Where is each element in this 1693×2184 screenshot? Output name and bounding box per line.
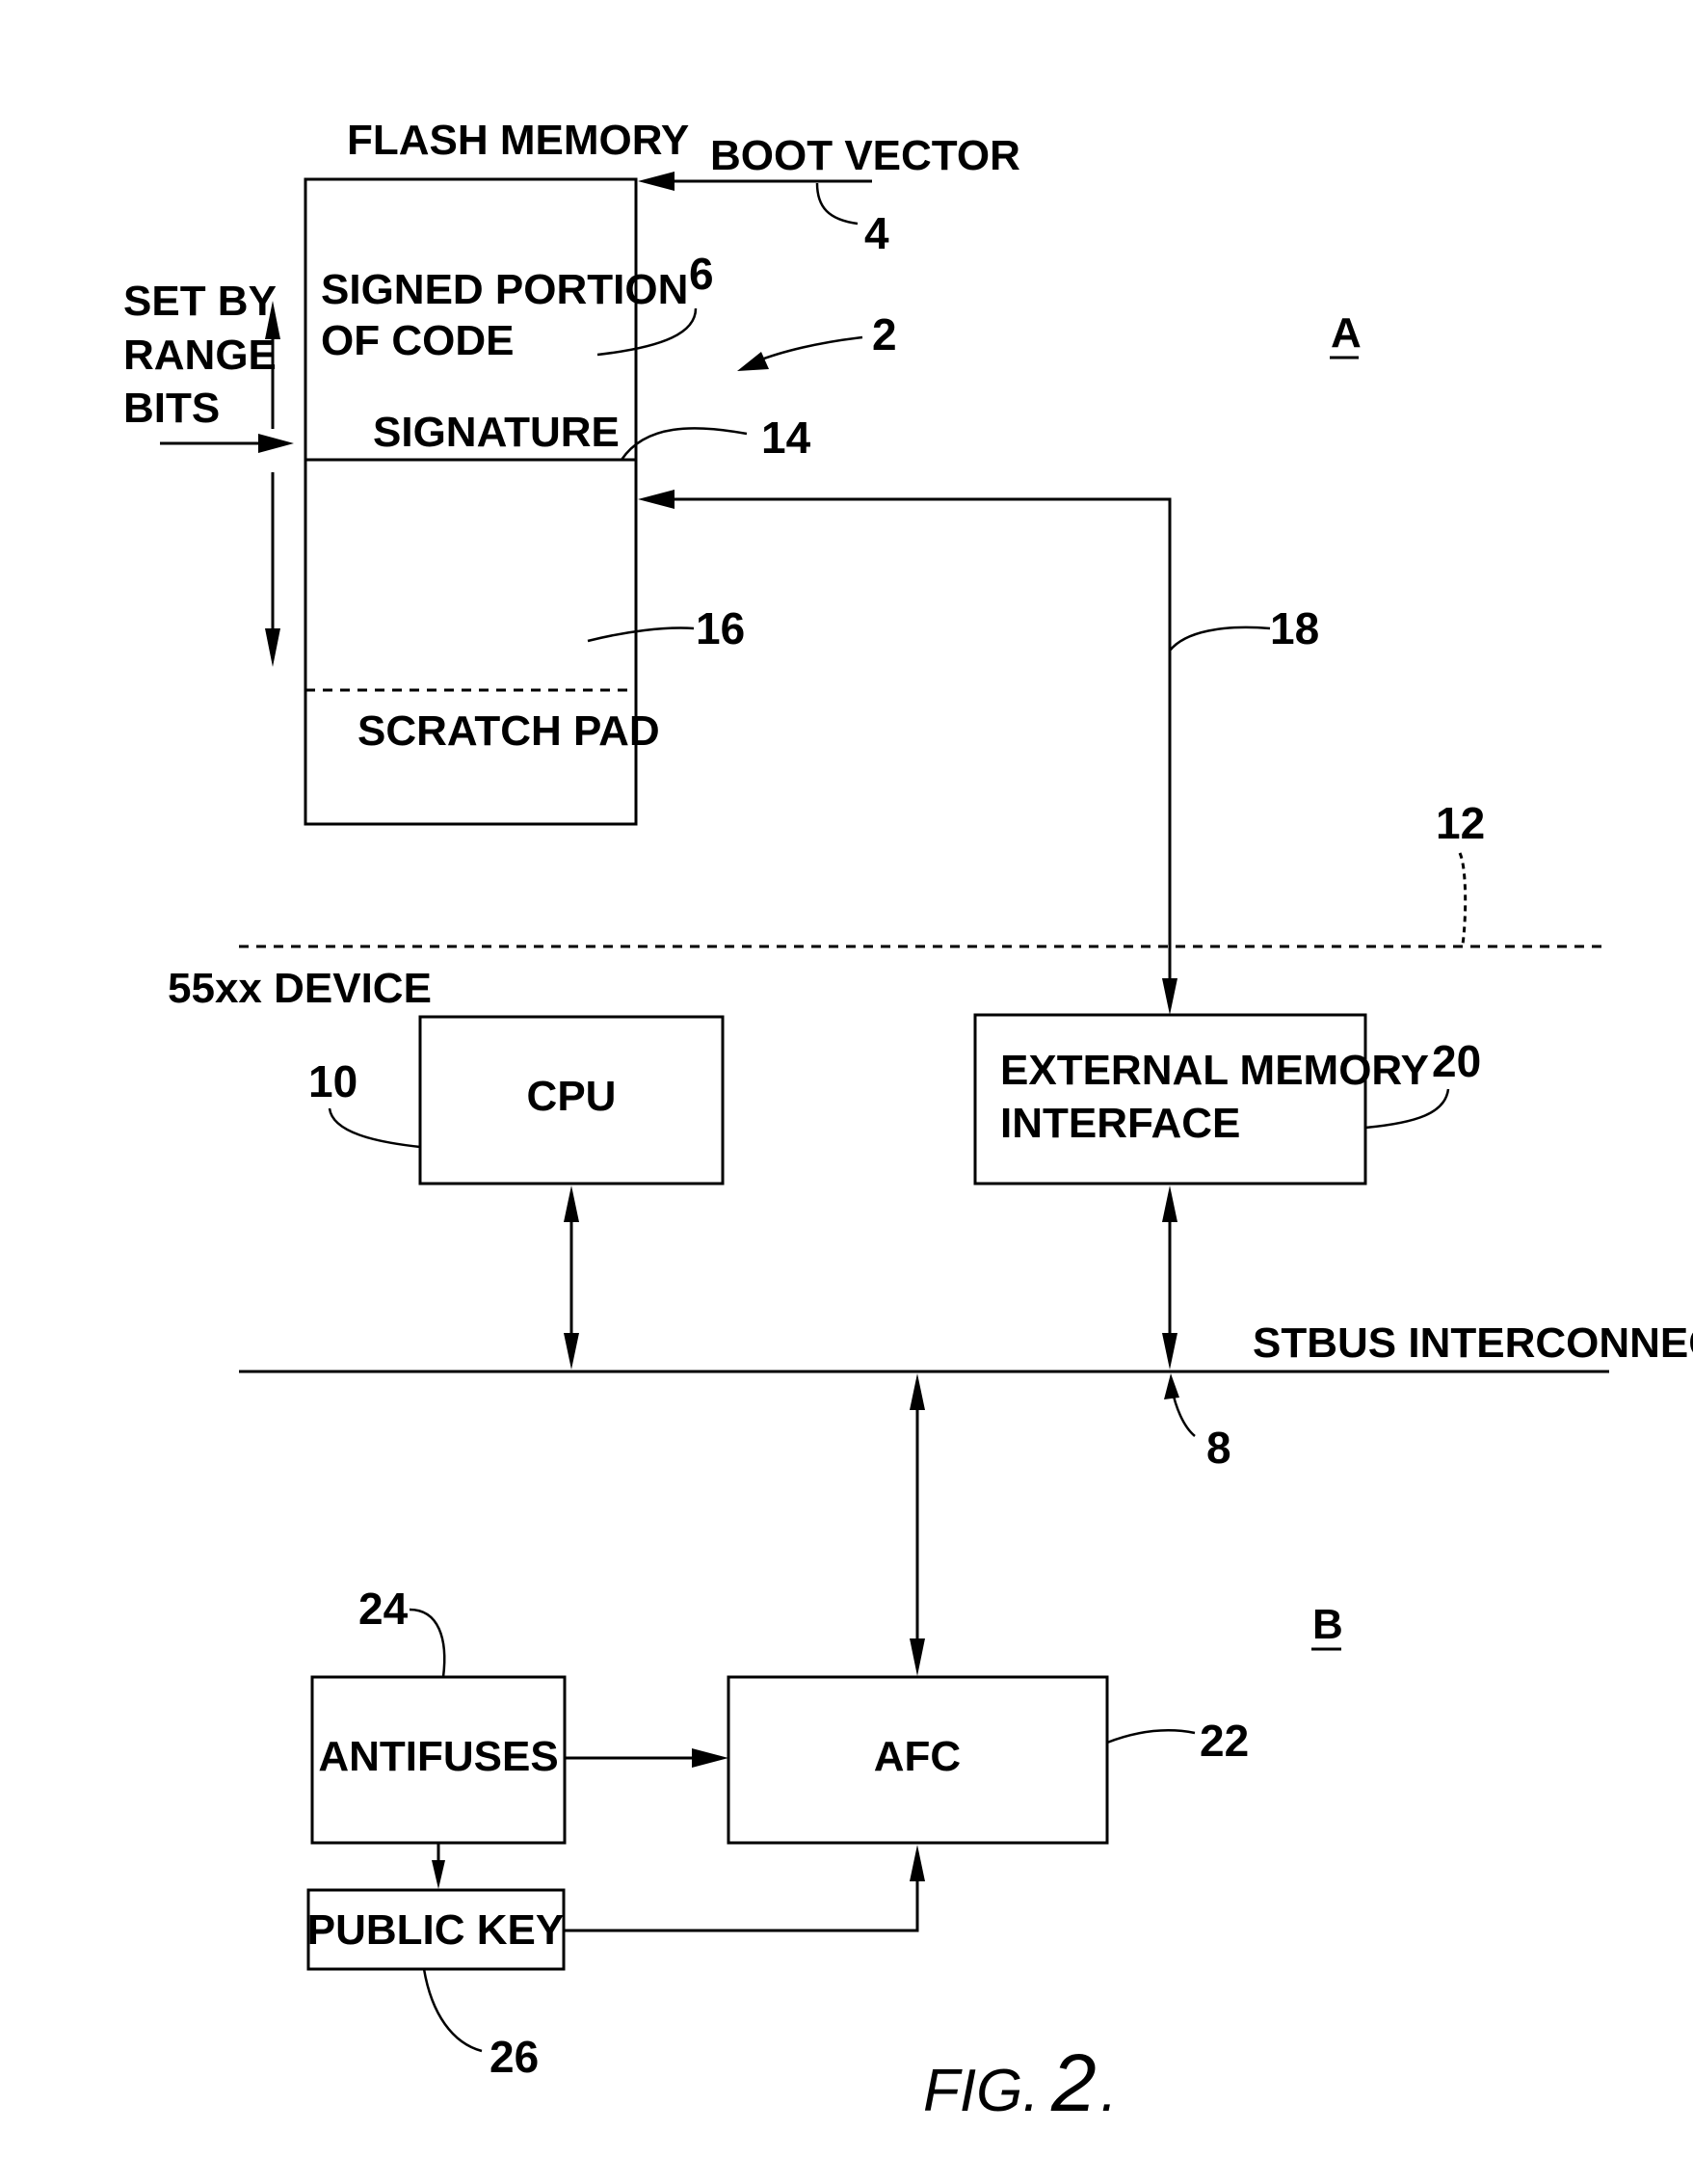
ref-2-arrowhead bbox=[737, 352, 769, 371]
block-diagram: FLASH MEMORY SIGNED PORTION OF CODE SIGN… bbox=[123, 117, 1693, 2128]
range-down-arrowhead bbox=[265, 628, 280, 667]
antifuses-afc-arrowhead bbox=[692, 1748, 728, 1768]
afc-bus-up-arrowhead bbox=[910, 1373, 925, 1410]
figure-caption-prefix: FIG. bbox=[923, 2058, 1040, 2124]
afc-label: AFC bbox=[874, 1733, 961, 1780]
range-pointer-arrowhead bbox=[258, 434, 294, 453]
ref-4-leader bbox=[815, 182, 859, 226]
ref-12-leader bbox=[1458, 852, 1468, 946]
public-key-label: PUBLIC KEY bbox=[307, 1906, 564, 1954]
emi-bus-down-arrowhead bbox=[1162, 1333, 1177, 1370]
set-by-label-2: RANGE bbox=[123, 332, 277, 379]
signed-code-label-2: OF CODE bbox=[321, 317, 514, 364]
ref-26-leader bbox=[422, 1968, 483, 2053]
stbus-label: STBUS INTERCONNECT bbox=[1253, 1319, 1693, 1367]
set-by-label-3: BITS bbox=[123, 385, 220, 432]
scratch-pad-label: SCRATCH PAD bbox=[357, 707, 660, 755]
ref-6-leader bbox=[596, 307, 698, 357]
cpu-bus-down-arrowhead bbox=[564, 1333, 579, 1370]
ref-10-leader bbox=[328, 1107, 421, 1149]
region-b-label: B bbox=[1312, 1601, 1343, 1648]
ref-4: 4 bbox=[864, 208, 889, 258]
device-label: 55xx DEVICE bbox=[168, 965, 432, 1012]
signed-code-label-1: SIGNED PORTION bbox=[321, 266, 688, 313]
link-18-line bbox=[655, 497, 1172, 993]
ref-8-arrowhead bbox=[1164, 1373, 1179, 1399]
emi-label-2: INTERFACE bbox=[1000, 1100, 1240, 1147]
figure-caption-number: 2 bbox=[1050, 2038, 1097, 2128]
ref-22: 22 bbox=[1200, 1716, 1249, 1766]
ref-20: 20 bbox=[1432, 1036, 1481, 1086]
ref-14-leader bbox=[620, 427, 748, 461]
emi-label-1: EXTERNAL MEMORY bbox=[1000, 1047, 1429, 1094]
ref-18: 18 bbox=[1270, 603, 1319, 653]
ref-16-leader bbox=[587, 626, 695, 643]
cpu-bus-up-arrowhead bbox=[564, 1185, 579, 1222]
figure-caption-suffix: . bbox=[1100, 2058, 1117, 2124]
ref-12: 12 bbox=[1436, 798, 1485, 848]
figure-caption: FIG. 2 . bbox=[923, 2038, 1117, 2128]
emi-bus-up-arrowhead bbox=[1162, 1185, 1177, 1222]
antifuses-label: ANTIFUSES bbox=[318, 1733, 558, 1780]
afc-bus-down-arrowhead bbox=[910, 1638, 925, 1676]
signature-label: SIGNATURE bbox=[373, 409, 620, 456]
pubkey-afc-arrowhead bbox=[910, 1845, 925, 1881]
ref-24: 24 bbox=[358, 1584, 409, 1634]
ref-2: 2 bbox=[872, 309, 897, 360]
antifuses-pubkey-arrowhead bbox=[432, 1860, 445, 1889]
boot-vector-arrowhead bbox=[638, 172, 675, 191]
ref-18-leader bbox=[1169, 626, 1271, 652]
pubkey-afc-line bbox=[564, 1872, 919, 1932]
cpu-label: CPU bbox=[527, 1073, 617, 1120]
region-a-label: A bbox=[1331, 309, 1362, 357]
ref-14: 14 bbox=[761, 413, 811, 463]
ref-26: 26 bbox=[489, 2032, 539, 2082]
ref-2-leader bbox=[755, 335, 863, 363]
ref-16: 16 bbox=[696, 603, 745, 653]
ref-6: 6 bbox=[689, 249, 714, 299]
ref-20-leader bbox=[1364, 1088, 1450, 1130]
boot-vector-label: BOOT VECTOR bbox=[710, 132, 1020, 179]
link-18-emi-arrowhead bbox=[1162, 978, 1177, 1015]
ref-24-leader bbox=[409, 1608, 446, 1678]
flash-memory-title: FLASH MEMORY bbox=[347, 117, 689, 164]
ref-8: 8 bbox=[1206, 1423, 1231, 1473]
link-18-flash-arrowhead bbox=[638, 490, 675, 509]
set-by-label-1: SET BY bbox=[123, 278, 277, 325]
ref-22-leader bbox=[1106, 1728, 1196, 1745]
ref-10: 10 bbox=[308, 1056, 357, 1106]
